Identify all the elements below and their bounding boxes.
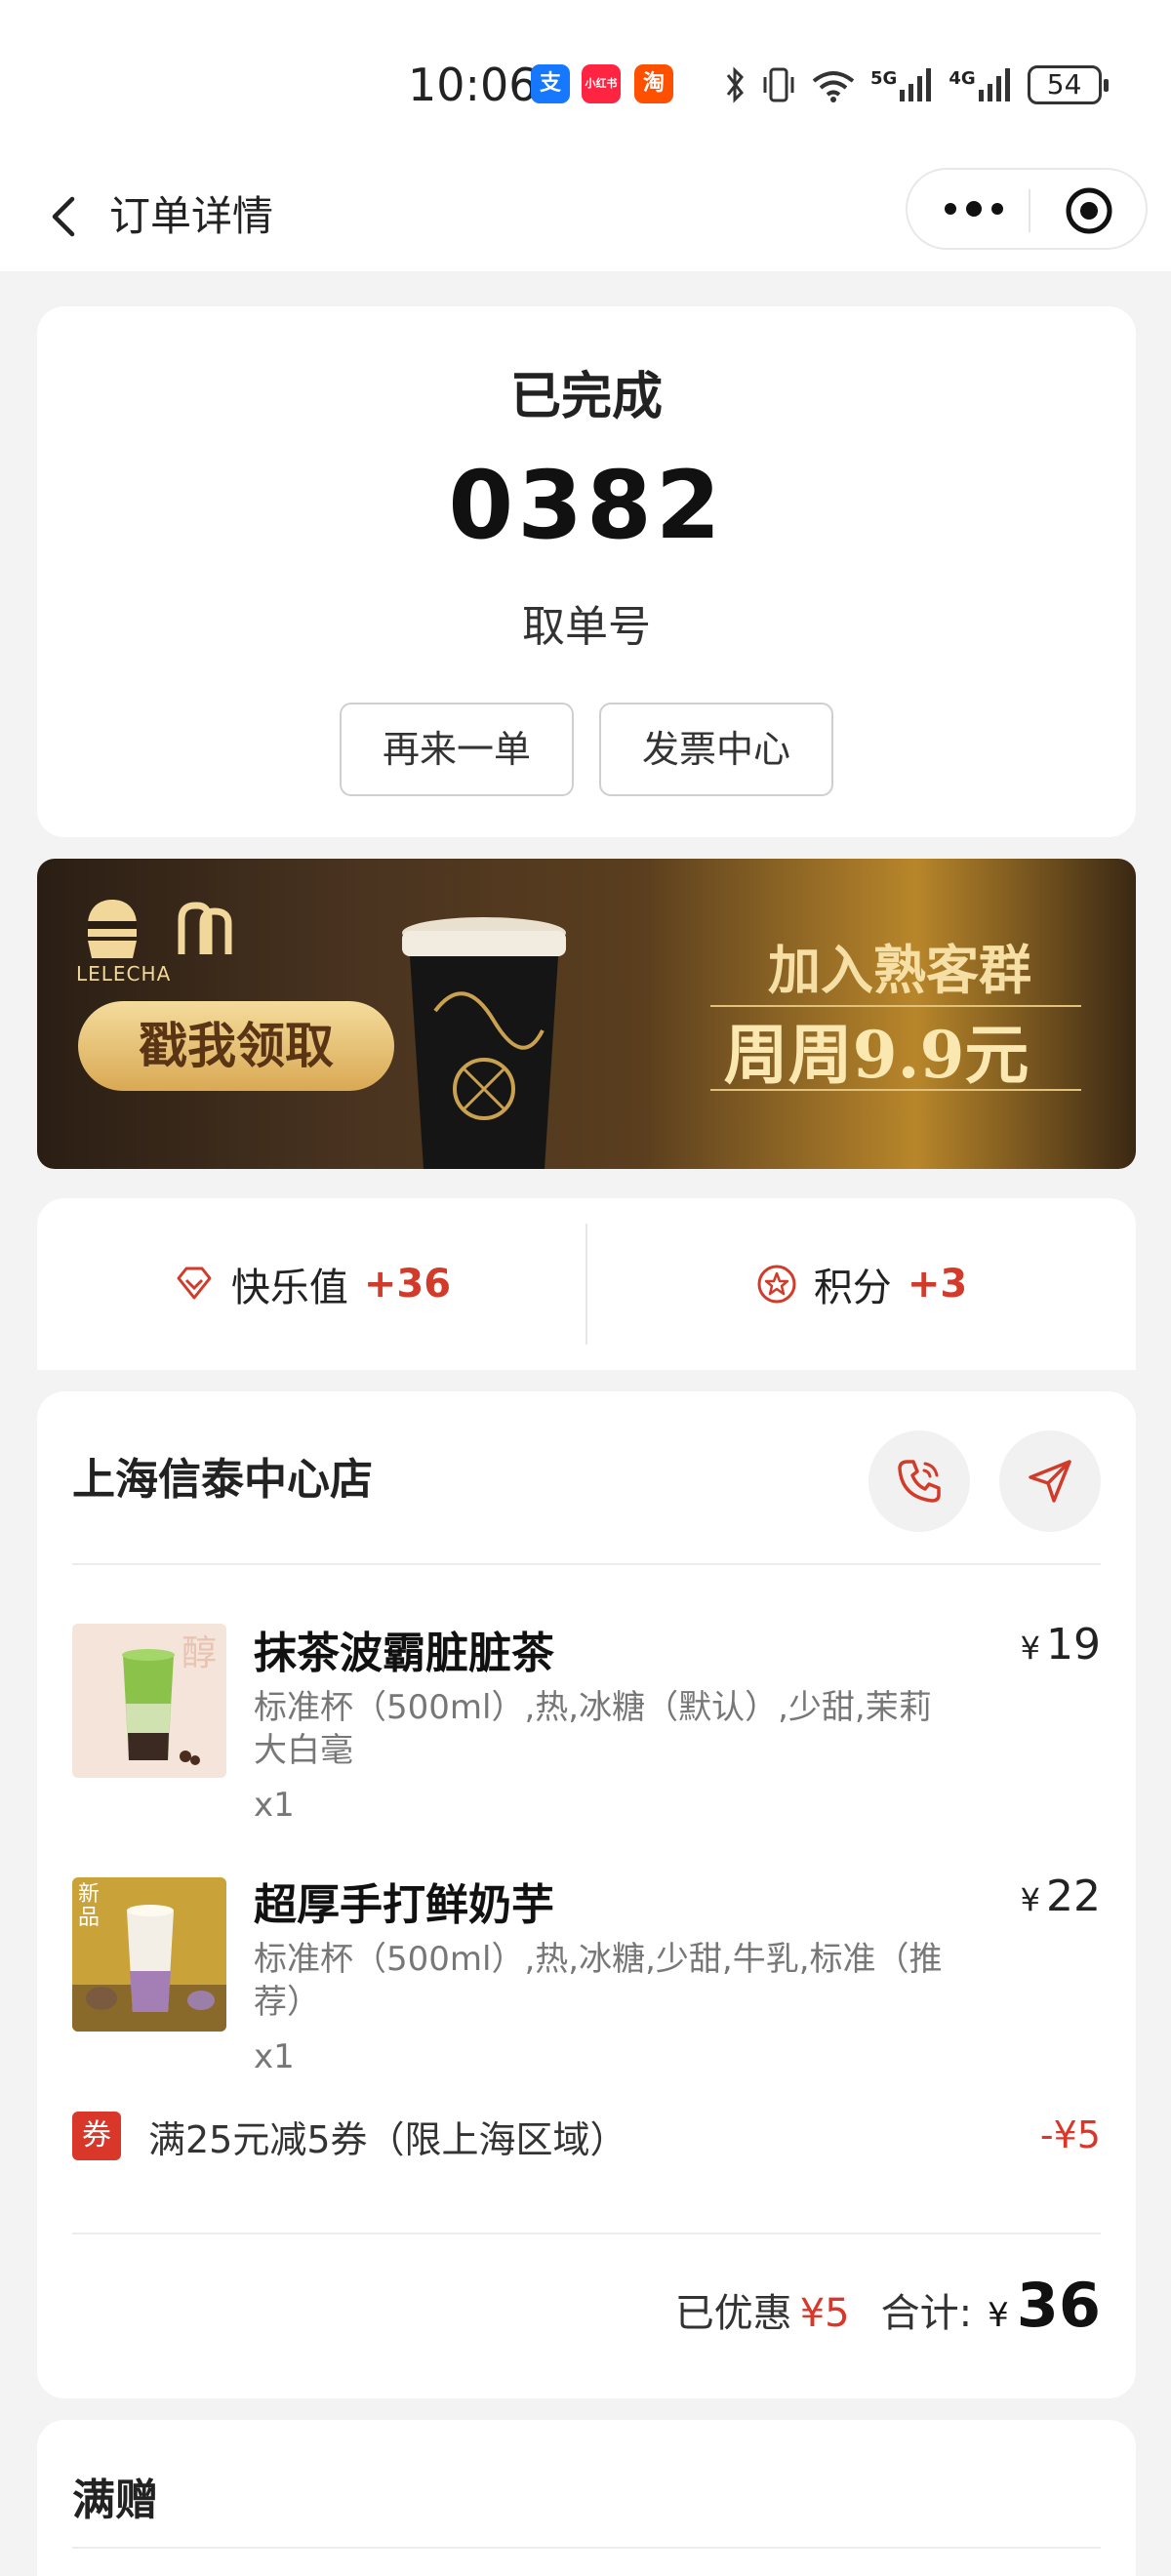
total-amount: 36 bbox=[1016, 2270, 1101, 2341]
currency-symbol: ¥ bbox=[1020, 1630, 1040, 1667]
divider bbox=[72, 2233, 1101, 2234]
product-price: ¥19 bbox=[1021, 1620, 1101, 1670]
more-icon[interactable] bbox=[937, 187, 1011, 230]
network-4g-label: 4G bbox=[949, 68, 976, 89]
back-arrow-icon[interactable] bbox=[37, 187, 96, 246]
order-status-card: 已完成 0382 取单号 再来一单 发票中心 bbox=[37, 306, 1136, 837]
divider bbox=[72, 2547, 1101, 2549]
signal-icon bbox=[978, 68, 1010, 101]
points-card: 快乐值 +36 积分 +3 bbox=[37, 1198, 1136, 1370]
pickup-number: 0382 bbox=[448, 451, 725, 560]
order-status-text: 已完成 bbox=[509, 368, 663, 426]
capsule-divider bbox=[1029, 189, 1030, 232]
status-bar: 10:06 支 小红书 淘 5G 4G 54 bbox=[0, 0, 1171, 166]
pickup-number-label: 取单号 bbox=[522, 602, 651, 652]
gift-section-title: 满赠 bbox=[72, 2475, 158, 2525]
vibrate-icon bbox=[763, 67, 794, 102]
product-name: 抹茶波霸脏脏茶 bbox=[254, 1629, 554, 1678]
reorder-button[interactable]: 再来一单 bbox=[340, 703, 574, 796]
close-target-icon[interactable] bbox=[1064, 185, 1114, 236]
banner-promo-text: 周周9.9元 bbox=[723, 1017, 1030, 1093]
phone-icon bbox=[898, 1460, 941, 1503]
banner-brand: LELECHA bbox=[76, 962, 172, 986]
product-price: ¥22 bbox=[1021, 1872, 1101, 1921]
navigate-store-button[interactable] bbox=[999, 1430, 1101, 1532]
price-value: 22 bbox=[1046, 1872, 1101, 1921]
product-options: 标准杯（500ml）,热,冰糖,少甜,牛乳,标准（推荐） bbox=[254, 1940, 943, 2022]
navigation-arrow-icon bbox=[1029, 1460, 1071, 1503]
currency-symbol: ¥ bbox=[1020, 1881, 1040, 1918]
alipay-icon: 支 bbox=[531, 64, 570, 103]
product-image-matcha: 醇 bbox=[72, 1624, 226, 1778]
nav-bar: 订单详情 bbox=[0, 166, 1171, 271]
coupon-description: 满25元减5券（限上海区域） bbox=[148, 2118, 627, 2161]
star-badge-icon bbox=[757, 1265, 796, 1304]
bluetooth-icon bbox=[726, 66, 744, 103]
tradition-logo-icon bbox=[178, 902, 232, 954]
signal-5g: 5G bbox=[870, 68, 935, 101]
battery-indicator: 54 bbox=[1027, 65, 1109, 104]
score-value: +3 bbox=[907, 1262, 968, 1307]
product-options: 标准杯（500ml）,热,冰糖（默认）,少甜,茉莉大白毫 bbox=[254, 1688, 932, 1770]
product-image-taro: 新品 bbox=[72, 1877, 226, 2032]
total-label: 合计: bbox=[880, 2291, 973, 2336]
invoice-center-button[interactable]: 发票中心 bbox=[599, 703, 833, 796]
score-label: 积分 bbox=[813, 1266, 892, 1310]
banner-headline: 加入熟客群 bbox=[768, 939, 1031, 1001]
product-quantity: x1 bbox=[254, 1786, 295, 1825]
happiness-value: +36 bbox=[363, 1262, 452, 1307]
status-indicators: 5G 4G 54 bbox=[722, 60, 1109, 109]
happiness-label: 快乐值 bbox=[230, 1266, 348, 1310]
tea-cup-icon bbox=[402, 917, 566, 1169]
store-name: 上海信泰中心店 bbox=[72, 1455, 373, 1505]
svg-text:醇: 醇 bbox=[182, 1633, 217, 1673]
xiaohongshu-icon: 小红书 bbox=[582, 64, 621, 103]
currency-symbol: ¥ bbox=[988, 2296, 1009, 2335]
order-total-row: 已优惠 ¥5 合计: ¥ 36 bbox=[675, 2270, 1101, 2341]
new-product-badge: 新品 bbox=[78, 1882, 101, 1930]
taobao-icon: 淘 bbox=[634, 64, 673, 103]
banner-divider bbox=[710, 1089, 1081, 1091]
order-details-card: 上海信泰中心店 醇 抹茶波霸脏脏茶 标准杯（500ml）,热,冰糖（默认）,少甜… bbox=[37, 1391, 1136, 2398]
signal-icon bbox=[900, 68, 932, 101]
wifi-icon bbox=[812, 71, 855, 102]
divider bbox=[72, 1563, 1101, 1565]
coupon-tag: 券 bbox=[72, 2112, 121, 2160]
coupon-discount: -¥5 bbox=[1039, 2113, 1101, 2156]
banner-cta-button[interactable]: 戳我领取 bbox=[78, 1001, 394, 1091]
lelecha-logo-icon bbox=[88, 900, 137, 958]
mini-program-capsule bbox=[906, 168, 1148, 250]
promo-banner[interactable]: LELECHA 戳我领取 加入熟客群 周周9.9元 bbox=[37, 859, 1136, 1169]
matcha-drink-icon: 醇 bbox=[72, 1624, 226, 1778]
discount-label: 已优惠 bbox=[674, 2291, 792, 2336]
network-5g-label: 5G bbox=[870, 68, 898, 89]
diamond-icon bbox=[177, 1267, 212, 1300]
gift-card: 满赠 bbox=[37, 2420, 1136, 2576]
status-time: 10:06 bbox=[408, 59, 538, 111]
signal-4g: 4G bbox=[949, 68, 1013, 101]
product-quantity: x1 bbox=[254, 2037, 295, 2076]
call-store-button[interactable] bbox=[868, 1430, 970, 1532]
product-name: 超厚手打鲜奶芋 bbox=[254, 1880, 554, 1930]
score-points[interactable]: 积分 +3 bbox=[586, 1198, 1136, 1370]
price-value: 19 bbox=[1046, 1620, 1101, 1670]
happiness-points[interactable]: 快乐值 +36 bbox=[37, 1198, 586, 1370]
page-title: 订单详情 bbox=[109, 192, 274, 240]
discount-value: ¥5 bbox=[799, 2291, 850, 2336]
